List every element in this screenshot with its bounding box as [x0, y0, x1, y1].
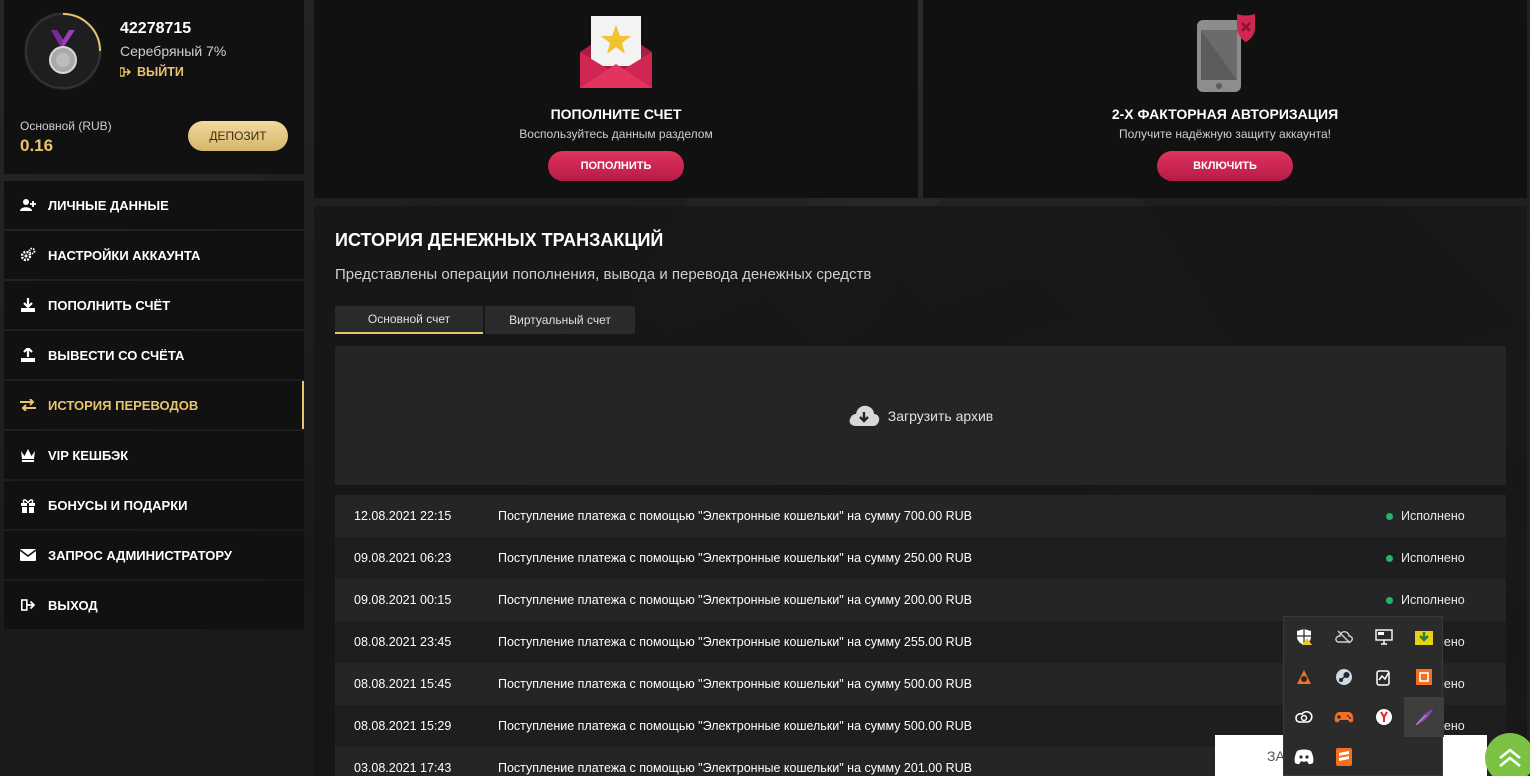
gamepad-icon[interactable] — [1324, 697, 1364, 737]
yandex-icon[interactable] — [1364, 697, 1404, 737]
row-description: Поступление платежа с помощью "Электронн… — [498, 635, 973, 649]
page-description: Представлены операции пополнения, вывода… — [335, 266, 872, 283]
page-title: ИСТОРИЯ ДЕНЕЖНЫХ ТРАНЗАКЦИЙ — [335, 230, 664, 250]
status-label: Исполнено — [1401, 593, 1465, 607]
exchange-icon — [20, 397, 36, 413]
account-tabs: Основной счет Виртуальный счет — [335, 306, 635, 334]
cloud-off-icon[interactable] — [1324, 617, 1364, 657]
status-dot-icon — [1386, 596, 1393, 604]
status-label: Исполнено — [1401, 551, 1465, 565]
table-row: 09.08.2021 00:15 Поступление платежа с п… — [335, 579, 1506, 621]
square-orange-icon[interactable] — [1404, 657, 1444, 697]
archive-label: Загрузить архив — [887, 407, 994, 424]
sidebar-item-label: ВЫХОД — [48, 597, 98, 613]
download-icon — [20, 297, 36, 313]
cloud-download-icon — [849, 405, 880, 426]
card-title: ПОПОЛНИТЕ СЧЕТ — [550, 106, 682, 122]
sidebar-item-exit[interactable]: ВЫХОД — [4, 581, 304, 629]
row-date: 09.08.2021 00:15 — [354, 593, 452, 607]
sidebar-item-deposit[interactable]: ПОПОЛНИТЬ СЧЁТ — [4, 281, 304, 329]
row-description: Поступление платежа с помощью "Электронн… — [498, 719, 973, 733]
sublime-icon[interactable] — [1324, 737, 1364, 776]
balance-value: 0.16 — [20, 136, 54, 155]
phone-shield-icon — [1185, 12, 1265, 92]
sidebar-item-transfer-history[interactable]: ИСТОРИЯ ПЕРЕВОДОВ — [4, 381, 304, 429]
table-row: 12.08.2021 22:15 Поступление платежа с п… — [335, 495, 1506, 537]
avatar — [24, 12, 102, 90]
sidebar-item-label: ВЫВЕСТИ СО СЧЁТА — [48, 347, 185, 363]
sign-out-icon — [120, 67, 131, 77]
sidebar-nav: ЛИЧНЫЕ ДАННЫЕ НАСТРОЙКИ АККАУНТА ПОПОЛНИ… — [4, 181, 304, 631]
scroll-up-button[interactable] — [1485, 733, 1530, 776]
account-label: Основной (RUB) — [20, 119, 112, 133]
username: 42278715 — [120, 20, 192, 37]
status-badge: Исполнено — [1386, 593, 1506, 607]
avast-icon[interactable] — [1284, 657, 1324, 697]
sidebar-item-label: ПОПОЛНИТЬ СЧЁТ — [48, 297, 171, 313]
card-title: 2-Х ФАКТОРНАЯ АВТОРИЗАЦИЯ — [1111, 106, 1339, 122]
envelope-star-icon — [576, 12, 656, 92]
sidebar-item-bonuses[interactable]: БОНУСЫ И ПОДАРКИ — [4, 481, 304, 529]
deposit-promo-card: ПОПОЛНИТЕ СЧЕТ Воспользуйтесь данным раз… — [314, 0, 918, 198]
tab-main-account[interactable]: Основной счет — [335, 306, 483, 334]
sidebar-item-label: НАСТРОЙКИ АККАУНТА — [48, 247, 201, 263]
row-date: 08.08.2021 15:29 — [354, 719, 452, 733]
monitoring-icon[interactable] — [1364, 657, 1404, 697]
row-description: Поступление платежа с помощью "Электронн… — [498, 509, 973, 523]
table-row: 09.08.2021 06:23 Поступление платежа с п… — [335, 537, 1506, 579]
sidebar-item-admin-request[interactable]: ЗАПРОС АДМИНИСТРАТОРУ — [4, 531, 304, 579]
top-up-button[interactable]: ПОПОЛНИТЬ — [548, 151, 684, 181]
logout-label: ВЫЙТИ — [137, 65, 184, 79]
row-date: 08.08.2021 15:45 — [354, 677, 452, 691]
crown-icon — [20, 447, 36, 463]
system-tray-popup — [1283, 616, 1444, 776]
discord-icon[interactable] — [1284, 737, 1324, 776]
gift-icon — [20, 497, 36, 513]
feather-icon[interactable] — [1404, 697, 1444, 737]
steam-icon[interactable] — [1324, 657, 1364, 697]
two-factor-card: 2-Х ФАКТОРНАЯ АВТОРИЗАЦИЯ Получите надёж… — [923, 0, 1527, 198]
gears-icon — [20, 247, 36, 263]
sign-out-icon — [20, 597, 36, 613]
deposit-button[interactable]: ДЕПОЗИТ — [188, 121, 288, 151]
shield-warning-icon[interactable] — [1284, 617, 1324, 657]
enable-2fa-button[interactable]: ВКЛЮЧИТЬ — [1157, 151, 1293, 181]
sidebar-item-vip-cashback[interactable]: VIP КЕШБЭК — [4, 431, 304, 479]
sidebar-item-personal-data[interactable]: ЛИЧНЫЕ ДАННЫЕ — [4, 181, 304, 229]
row-date: 09.08.2021 06:23 — [354, 551, 452, 565]
sidebar-item-label: ЗАПРОС АДМИНИСТРАТОРУ — [48, 547, 232, 563]
upload-icon — [20, 347, 36, 363]
status-badge: Исполнено — [1386, 551, 1506, 565]
card-subtitle: Воспользуйтесь данным разделом — [519, 127, 713, 141]
row-date: 12.08.2021 22:15 — [354, 509, 452, 523]
row-date: 03.08.2021 17:43 — [354, 761, 452, 775]
double-chevron-up-icon — [1499, 748, 1521, 768]
sidebar-item-label: ИСТОРИЯ ПЕРЕВОДОВ — [48, 397, 199, 413]
envelope-icon — [20, 547, 36, 563]
download-archive-button[interactable]: Загрузить архив — [335, 346, 1506, 485]
logout-link[interactable]: ВЫЙТИ — [120, 65, 184, 79]
sidebar-item-label: ЛИЧНЫЕ ДАННЫЕ — [48, 197, 169, 213]
tab-virtual-account[interactable]: Виртуальный счет — [485, 306, 635, 334]
sidebar-item-label: VIP КЕШБЭК — [48, 447, 129, 463]
row-date: 08.08.2021 23:45 — [354, 635, 452, 649]
status-dot-icon — [1386, 554, 1393, 562]
row-description: Поступление платежа с помощью "Электронн… — [498, 551, 973, 565]
monitor-icon[interactable] — [1364, 617, 1404, 657]
silver-medal-icon — [25, 13, 101, 89]
loyalty-level: Серебряный 7% — [120, 43, 227, 59]
status-label: Исполнено — [1401, 509, 1465, 523]
row-description: Поступление платежа с помощью "Электронн… — [498, 677, 973, 691]
status-badge: Исполнено — [1386, 509, 1506, 523]
status-dot-icon — [1386, 512, 1393, 520]
user-plus-icon — [20, 197, 36, 213]
download-box-icon[interactable] — [1404, 617, 1444, 657]
profile-card: 42278715 Серебряный 7% ВЫЙТИ Основной (R… — [4, 0, 304, 174]
card-subtitle: Получите надёжную защиту аккаунта! — [1118, 127, 1331, 141]
sidebar-item-label: БОНУСЫ И ПОДАРКИ — [48, 497, 188, 513]
row-description: Поступление платежа с помощью "Электронн… — [498, 593, 973, 607]
sidebar-item-withdraw[interactable]: ВЫВЕСТИ СО СЧЁТА — [4, 331, 304, 379]
creative-cloud-icon[interactable] — [1284, 697, 1324, 737]
sidebar-item-account-settings[interactable]: НАСТРОЙКИ АККАУНТА — [4, 231, 304, 279]
